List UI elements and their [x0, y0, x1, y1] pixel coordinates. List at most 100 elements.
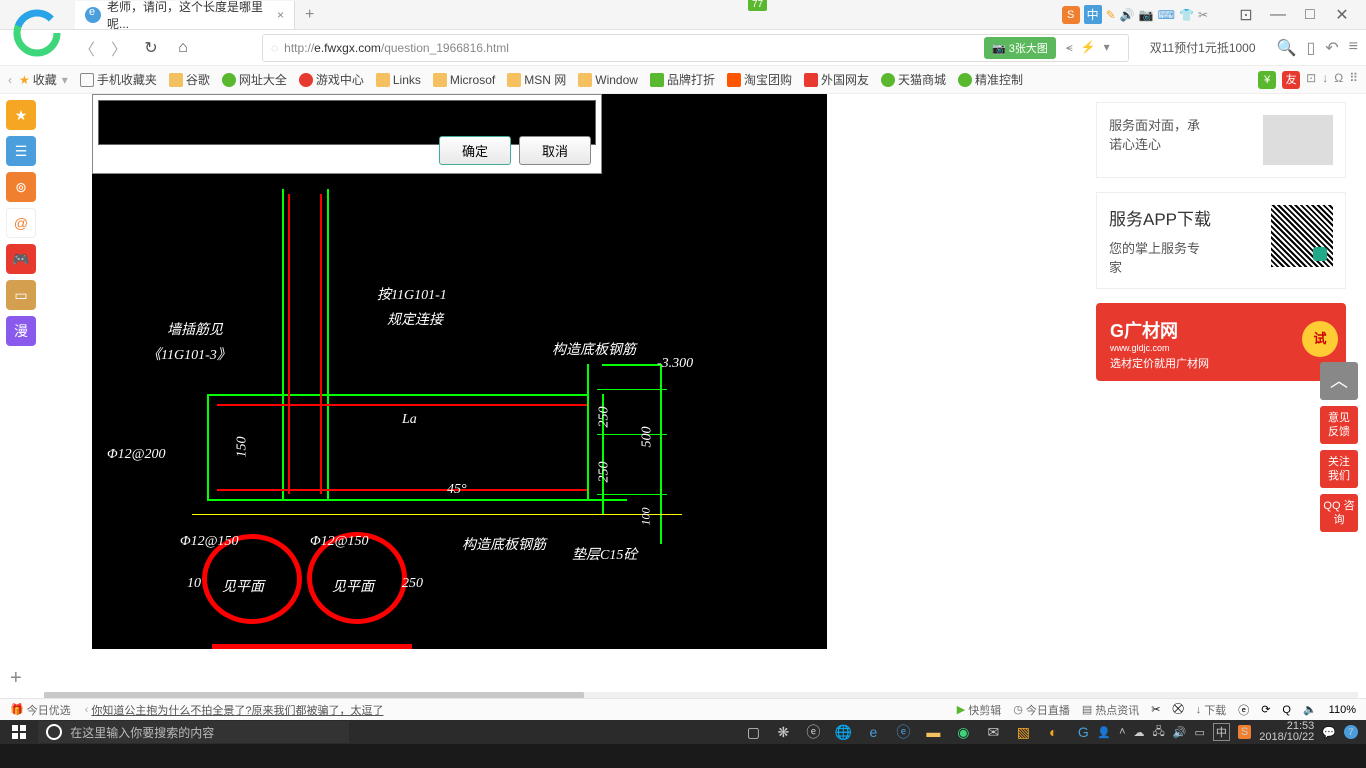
browser-tab[interactable]: 老师，请问，这个长度是哪里呢... ×: [75, 1, 295, 29]
sb-zoom-level[interactable]: 110%: [1329, 704, 1356, 716]
bm-ext-4[interactable]: ↓: [1322, 71, 1328, 89]
taskview-icon[interactable]: ▢: [739, 721, 767, 743]
bm-window[interactable]: Window: [573, 71, 643, 89]
dock-star[interactable]: ★: [6, 100, 36, 130]
ime-tool-3[interactable]: 📷: [1139, 8, 1154, 22]
dock-book[interactable]: ▭: [6, 280, 36, 310]
start-button[interactable]: [0, 720, 38, 744]
ime-lang[interactable]: 中: [1084, 5, 1102, 24]
bm-foreign[interactable]: 外国网友: [799, 69, 874, 90]
sb-mode-icon[interactable]: ⓔ: [1238, 702, 1249, 718]
dock-at[interactable]: @: [6, 208, 36, 238]
tab-close-icon[interactable]: ×: [277, 8, 284, 22]
dropdown-icon[interactable]: ▾: [1104, 40, 1110, 55]
sb-reload-icon[interactable]: ⟳: [1261, 703, 1270, 716]
task-app-4[interactable]: ▧: [1009, 721, 1037, 743]
bm-google[interactable]: 谷歌: [164, 69, 215, 90]
ime-tool-5[interactable]: 👕: [1179, 8, 1194, 22]
scroll-top-button[interactable]: ︿: [1320, 362, 1358, 400]
service-box-1[interactable]: 服务面对面，承诺心连心: [1096, 102, 1346, 178]
bm-sites[interactable]: 网址大全: [217, 69, 292, 90]
tray-up-icon[interactable]: ˄: [1119, 726, 1125, 738]
task-app-3[interactable]: 🌐: [829, 721, 857, 743]
bm-chevron-left[interactable]: ‹: [8, 73, 12, 87]
tray-ime-lang[interactable]: 中: [1213, 723, 1230, 741]
ime-tool-6[interactable]: ✂: [1198, 8, 1208, 22]
url-input[interactable]: ◌ http://e.fwxgx.com/question_1966816.ht…: [262, 34, 1129, 62]
feedback-button[interactable]: 意见 反馈: [1320, 406, 1358, 444]
ok-button[interactable]: 确定: [439, 136, 511, 165]
ime-tool-4[interactable]: ⌨: [1158, 8, 1175, 22]
sb-hot[interactable]: ▤热点资讯: [1082, 702, 1139, 718]
task-explorer[interactable]: ▬: [919, 721, 947, 743]
task-mail[interactable]: ✉: [979, 721, 1007, 743]
tray-net-icon[interactable]: 🖧: [1153, 723, 1165, 742]
sb-headline[interactable]: ‹你知道公主抱为什么不拍全景了?原来我们都被骗了，太逗了: [85, 702, 384, 718]
sb-block-icon[interactable]: ⛒: [1172, 703, 1183, 716]
history-icon[interactable]: ↶: [1325, 38, 1338, 58]
tray-cloud-icon[interactable]: ☁: [1134, 726, 1145, 739]
sb-cut-icon[interactable]: ✂: [1151, 703, 1160, 716]
sb-gift[interactable]: 🎁今日优选: [10, 702, 71, 718]
nav-back-button[interactable]: 〈: [74, 35, 100, 61]
search-icon[interactable]: 🔍: [1277, 38, 1297, 58]
tray-sogou[interactable]: S: [1238, 725, 1251, 739]
sb-sound-icon[interactable]: 🔈: [1303, 703, 1317, 716]
cortana-search-input[interactable]: 在这里输入你要搜索的内容: [38, 721, 349, 743]
sogou-ime-bar[interactable]: S 中 ✎ 🔊 📷 ⌨ 👕 ✂: [1062, 5, 1208, 24]
ime-tool-2[interactable]: 🔊: [1120, 8, 1135, 22]
task-app-1[interactable]: ❋: [769, 721, 797, 743]
image-count-badge[interactable]: 📷 3张大图: [984, 37, 1056, 59]
task-360[interactable]: ◉: [949, 721, 977, 743]
task-ie[interactable]: ⓔ: [889, 721, 917, 743]
follow-button[interactable]: 关注 我们: [1320, 450, 1358, 488]
tray-ime-1[interactable]: ▭: [1194, 726, 1204, 739]
bm-links[interactable]: Links: [371, 71, 426, 89]
task-app-5[interactable]: ◐: [1039, 721, 1067, 743]
menu-icon[interactable]: ≡: [1349, 38, 1358, 58]
dock-game[interactable]: 🎮: [6, 244, 36, 274]
sidebar-toggle-icon[interactable]: ▯: [1306, 38, 1315, 58]
bm-control[interactable]: 精准控制: [953, 69, 1028, 90]
bm-taobao[interactable]: 淘宝团购: [722, 69, 797, 90]
ime-tool-1[interactable]: ✎: [1106, 8, 1116, 22]
bm-brand[interactable]: 品牌打折: [645, 69, 720, 90]
nav-forward-button[interactable]: 〉: [106, 35, 132, 61]
nav-home-button[interactable]: ⌂: [170, 35, 196, 61]
dock-manga[interactable]: 漫: [6, 316, 36, 346]
dock-weibo[interactable]: ⊚: [6, 172, 36, 202]
new-tab-button[interactable]: +: [305, 6, 314, 24]
tray-notifications-icon[interactable]: 💬: [1322, 726, 1336, 739]
promo-text[interactable]: 双11预付1元抵1000: [1150, 39, 1256, 56]
window-close-button[interactable]: ✕: [1328, 4, 1356, 26]
tray-badge[interactable]: 7: [1344, 725, 1358, 739]
bm-ext-1[interactable]: ¥: [1258, 71, 1276, 89]
dock-news[interactable]: ☰: [6, 136, 36, 166]
sb-live[interactable]: ◷今日直播: [1013, 702, 1070, 718]
sb-zoom-icon[interactable]: Q: [1282, 704, 1291, 716]
cancel-button[interactable]: 取消: [519, 136, 591, 165]
sb-download[interactable]: ↓下载: [1196, 702, 1227, 718]
bm-ext-2[interactable]: 友: [1282, 71, 1300, 89]
bolt-icon[interactable]: ⚡: [1081, 40, 1096, 55]
bm-ext-5[interactable]: Ω: [1334, 71, 1343, 89]
bm-mobile[interactable]: 手机收藏夹: [75, 69, 162, 90]
task-app-2[interactable]: ⓔ: [799, 721, 827, 743]
bm-msn[interactable]: MSN 网: [502, 69, 571, 90]
window-maximize-button[interactable]: □: [1296, 4, 1324, 26]
qq-support-button[interactable]: QQ 咨询: [1320, 494, 1358, 532]
tray-vol-icon[interactable]: 🔊: [1173, 726, 1187, 739]
bm-games[interactable]: 游戏中心: [294, 69, 369, 90]
tray-clock[interactable]: 21:53 2018/10/22: [1259, 721, 1314, 743]
bm-favorites[interactable]: ★收藏▾: [14, 69, 73, 90]
bm-microsoft[interactable]: Microsof: [428, 71, 500, 89]
bm-tmall[interactable]: 天猫商城: [876, 69, 951, 90]
window-minimize-button[interactable]: —: [1264, 4, 1292, 26]
ad-banner[interactable]: G广材网 www.gldjc.com 选材定价就用广材网 试: [1096, 303, 1346, 381]
window-feedback-icon[interactable]: ⊡: [1232, 4, 1260, 26]
task-edge[interactable]: e: [859, 721, 887, 743]
service-box-2[interactable]: 服务APP下载 您的掌上服务专家: [1096, 192, 1346, 289]
task-app-6[interactable]: G: [1069, 721, 1097, 743]
sb-clip[interactable]: ▶快剪辑: [957, 702, 1001, 718]
nav-reload-button[interactable]: ↻: [138, 35, 164, 61]
